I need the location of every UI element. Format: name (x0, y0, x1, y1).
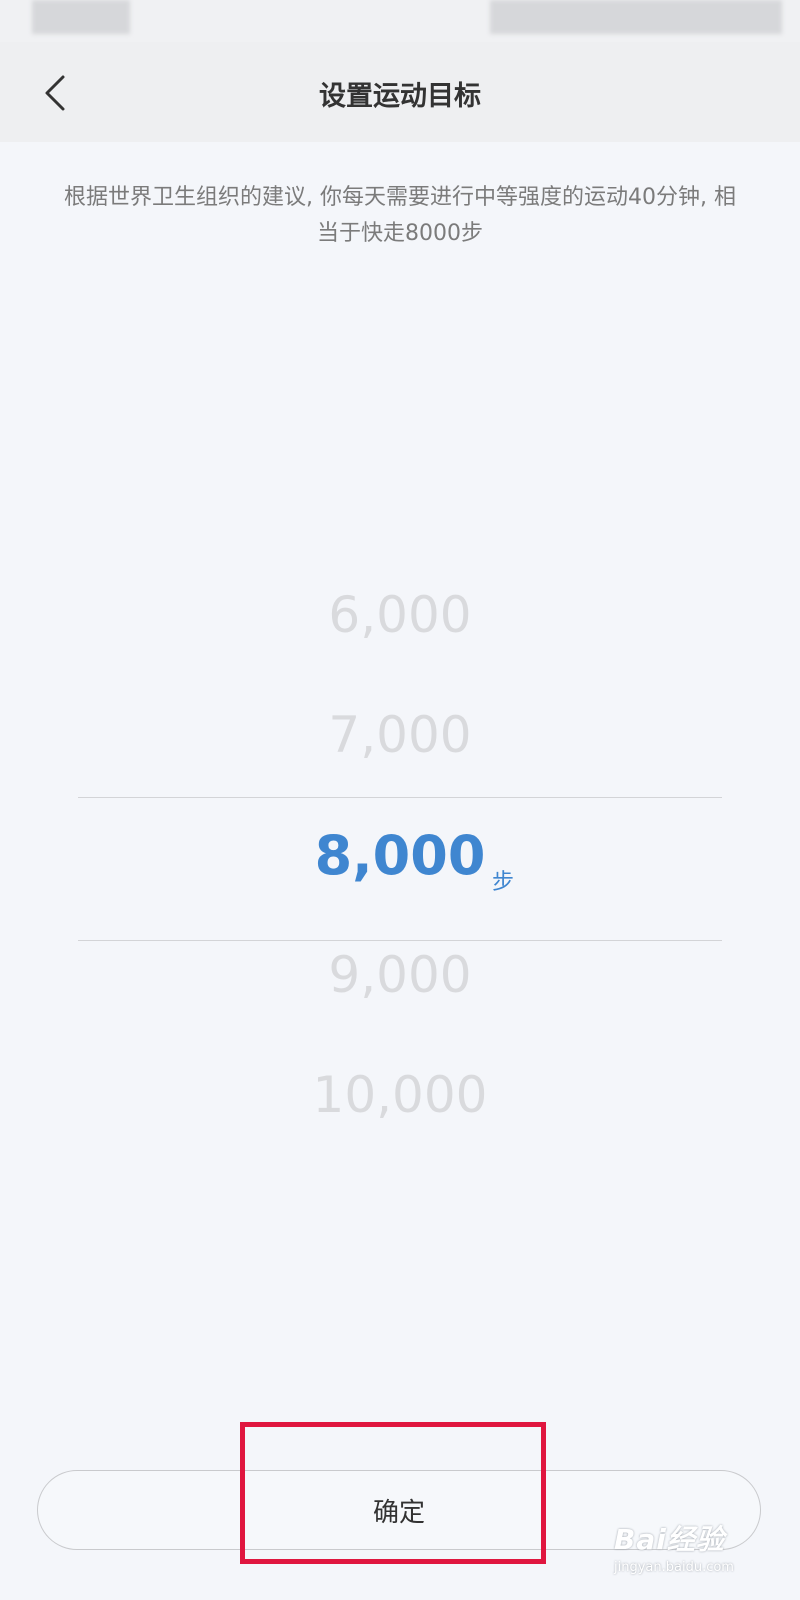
picker-option[interactable]: 10,000 (0, 1066, 800, 1124)
status-bar-left-blur (32, 0, 130, 34)
annotation-highlight-box (240, 1422, 546, 1564)
picker-option[interactable]: 6,000 (0, 586, 800, 644)
picker-option[interactable]: 7,000 (0, 706, 800, 764)
description-text: 根据世界卫生组织的建议, 你每天需要进行中等强度的运动40分钟, 相当于快走80… (64, 185, 736, 246)
picker-divider-top (78, 797, 722, 798)
picker-option-selected[interactable]: 8,000 (0, 824, 800, 887)
page-title: 设置运动目标 (319, 81, 481, 112)
status-bar (0, 0, 800, 42)
unit-label: 步 (492, 870, 515, 895)
picker-option[interactable]: 9,000 (0, 946, 800, 1004)
watermark: Bai经验 jingyan.baidu.com (614, 1518, 770, 1588)
nav-bar: 设置运动目标 (0, 42, 800, 142)
watermark-brand: Bai经验 (614, 1523, 725, 1556)
status-bar-right-blur (490, 0, 782, 34)
step-goal-picker[interactable]: 6,000 7,000 8,000 9,000 10,000 (0, 560, 800, 1160)
picker-divider-bottom (78, 940, 722, 941)
watermark-url: jingyan.baidu.com (614, 1560, 734, 1575)
